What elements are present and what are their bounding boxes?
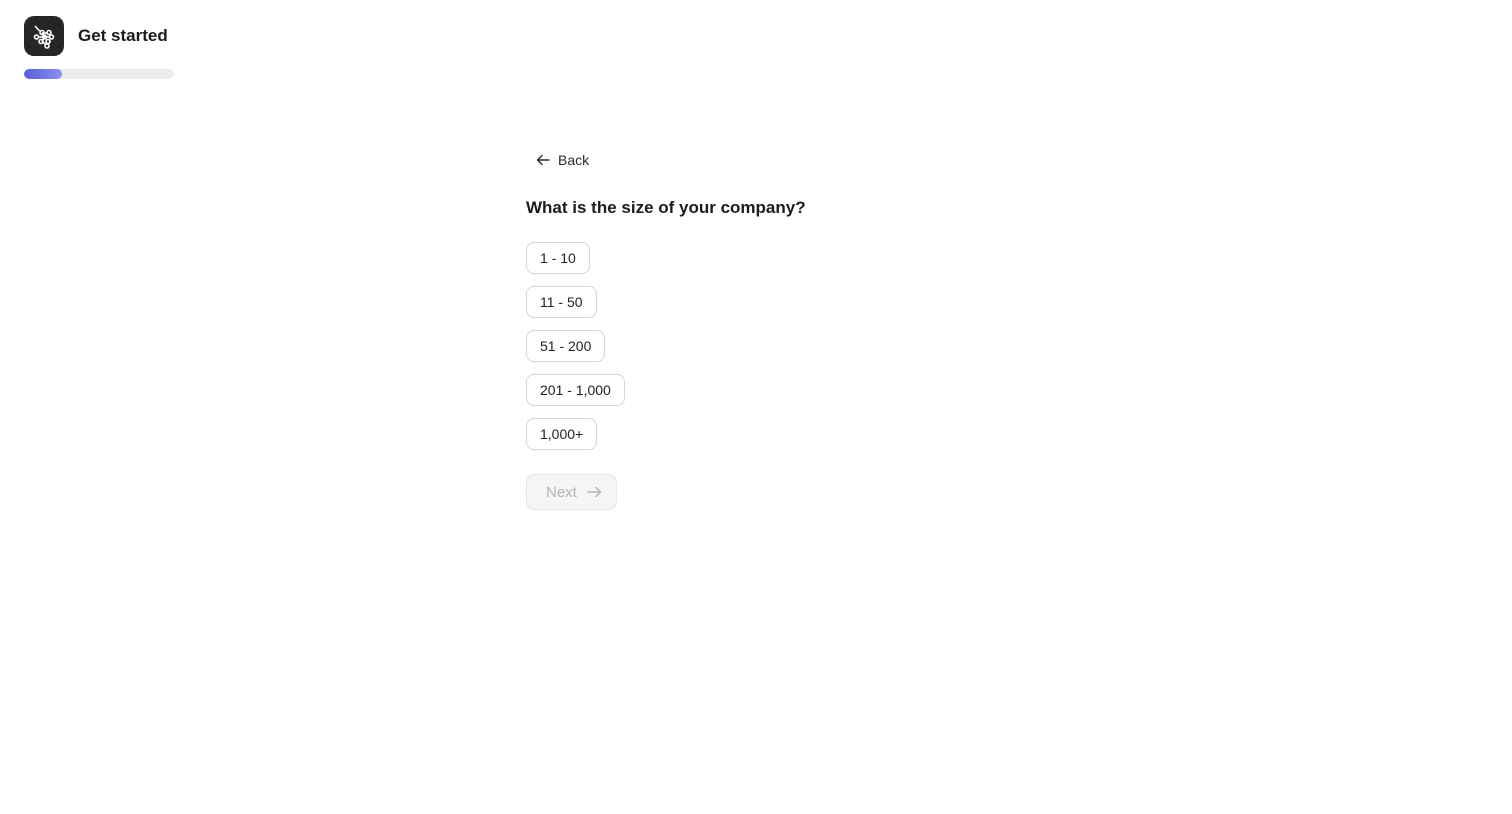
progress-bar — [24, 69, 174, 79]
option-51-200[interactable]: 51 - 200 — [526, 330, 606, 362]
arrow-left-icon — [536, 153, 550, 167]
question-title: What is the size of your company? — [526, 198, 806, 217]
option-11-50[interactable]: 11 - 50 — [526, 286, 597, 318]
option-1-10[interactable]: 1 - 10 — [526, 242, 590, 274]
page-title: Get started — [78, 26, 168, 45]
next-button[interactable]: Next — [526, 474, 617, 510]
header: Get started — [24, 16, 168, 56]
next-label: Next — [546, 483, 577, 501]
option-1000-plus[interactable]: 1,000+ — [526, 418, 598, 450]
app-logo — [24, 16, 64, 56]
option-201-1000[interactable]: 201 - 1,000 — [526, 374, 625, 406]
arrow-right-icon — [587, 485, 602, 499]
back-button[interactable]: Back — [536, 146, 589, 174]
question-panel: Back What is the size of your company? 1… — [526, 146, 806, 510]
progress-fill — [24, 69, 62, 79]
molecule-icon — [33, 25, 55, 49]
option-list: 1 - 10 11 - 50 51 - 200 201 - 1,000 1,00… — [526, 242, 806, 450]
back-label: Back — [558, 152, 590, 168]
